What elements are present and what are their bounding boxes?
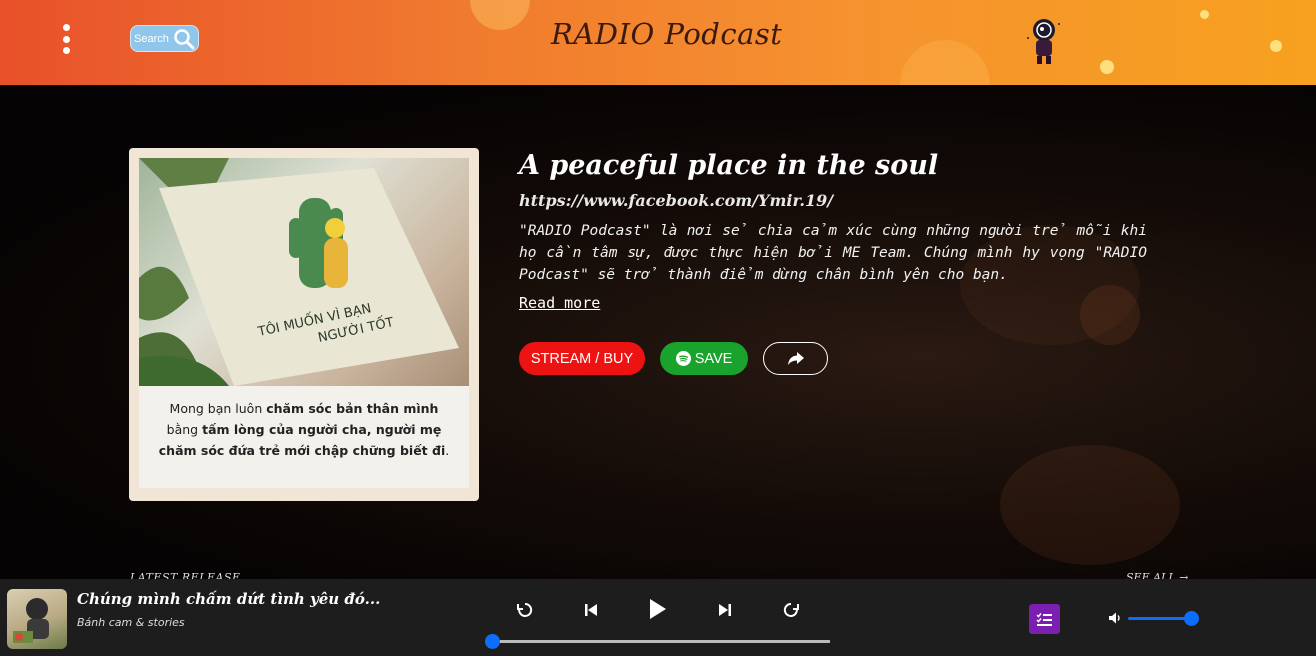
next-icon[interactable] (714, 599, 736, 621)
progress-bar[interactable] (485, 634, 830, 649)
volume-icon[interactable] (1108, 611, 1124, 625)
book-photo: TÔI MUỐN VÌ BẠN NGƯỜI TỐT (139, 158, 469, 386)
header-decoration (1270, 40, 1282, 52)
see-all-label: SEE ALL (1126, 571, 1176, 579)
player-bar: Chúng mình chấm dứt tình yêu đó... Bánh … (0, 579, 1316, 656)
background-decoration (1080, 285, 1140, 345)
site-title: RADIO Podcast (551, 17, 783, 51)
play-icon[interactable] (646, 598, 668, 620)
background-decoration (1000, 445, 1180, 565)
header-decoration (1100, 60, 1114, 74)
spotify-icon (675, 351, 691, 366)
header-decoration (470, 0, 530, 30)
share-icon (787, 351, 804, 365)
now-playing-title: Chúng mình chấm dứt tình yêu đó... (77, 590, 381, 608)
featured-cover: TÔI MUỐN VÌ BẠN NGƯỜI TỐT Mong bạn luôn … (129, 148, 479, 501)
replay-icon[interactable] (514, 599, 536, 621)
save-label: SAVE (694, 350, 733, 367)
repeat-icon[interactable] (780, 599, 802, 621)
queue-button[interactable] (1029, 604, 1060, 634)
volume-slider[interactable] (1128, 617, 1192, 620)
search-label: Search (134, 32, 169, 45)
read-more-link[interactable]: Read more (519, 294, 600, 312)
save-button[interactable]: SAVE (660, 342, 748, 375)
playlist-icon (1036, 612, 1052, 626)
header-decoration (900, 40, 990, 85)
menu-icon[interactable] (60, 24, 72, 54)
see-all-link[interactable]: SEE ALL → (1126, 571, 1188, 579)
stream-buy-button[interactable]: STREAM / BUY (519, 342, 645, 375)
featured-description: "RADIO Podcast" là nơi sẻ chia cảm xúc c… (519, 223, 1147, 283)
featured-title: A peaceful place in the soul (519, 150, 939, 181)
stream-label: STREAM / BUY (530, 350, 634, 367)
top-bar: Search RADIO Podcast (0, 0, 1316, 85)
search-button[interactable]: Search (130, 25, 199, 52)
astronaut-avatar-icon[interactable] (1026, 16, 1062, 66)
progress-handle[interactable] (485, 634, 500, 649)
search-icon (174, 29, 195, 50)
arrow-right-icon: → (1179, 571, 1189, 579)
now-playing-thumbnail (7, 589, 67, 649)
volume-handle[interactable] (1184, 611, 1199, 626)
now-playing-artist: Bánh cam & stories (77, 616, 185, 629)
latest-release-heading: LATEST RELEASE (130, 571, 241, 579)
cover-caption: Mong bạn luôn chăm sóc bản thân mình bằn… (158, 401, 450, 458)
header-decoration (1200, 10, 1209, 19)
featured-section: TÔI MUỐN VÌ BẠN NGƯỜI TỐT Mong bạn luôn … (0, 85, 1316, 579)
featured-link[interactable]: https://www.facebook.com/Ymir.19/ (519, 191, 833, 210)
previous-icon[interactable] (580, 599, 602, 621)
share-button[interactable] (763, 342, 828, 375)
